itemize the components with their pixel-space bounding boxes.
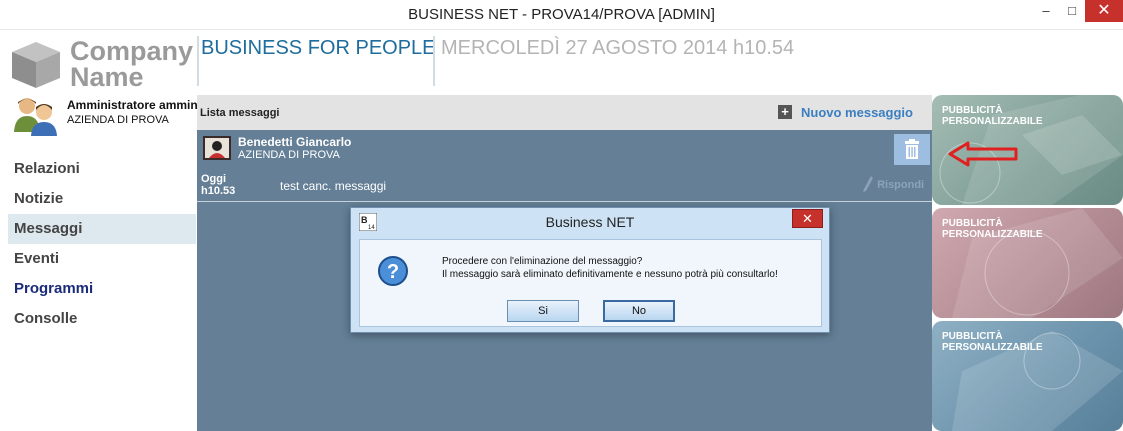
- sidebar-item-messaggi[interactable]: Messaggi: [8, 214, 196, 244]
- ad-label-line-1: PUBBLICITÀ: [942, 218, 1003, 229]
- delete-button[interactable]: [894, 134, 930, 165]
- new-message-button[interactable]: Nuovo messaggio: [801, 105, 913, 120]
- dialog-message-line-2: Il messaggio sarà eliminato definitivame…: [442, 269, 778, 280]
- users-icon: [14, 98, 57, 136]
- user-name: Amministratore amministratore: [67, 98, 197, 112]
- plus-icon[interactable]: +: [778, 105, 792, 119]
- ad-label-line-1: PUBBLICITÀ: [942, 331, 1003, 342]
- ad-banner-3[interactable]: PUBBLICITÀ PERSONALIZZABILE: [932, 321, 1123, 431]
- header-divider-left: [197, 36, 199, 86]
- ad-label-line-1: PUBBLICITÀ: [942, 105, 1003, 116]
- list-item[interactable]: Benedetti Giancarlo AZIENDA DI PROVA Ogg…: [197, 130, 932, 202]
- trash-icon: [905, 139, 919, 159]
- message-timestamp: Oggi h10.53: [201, 173, 235, 197]
- message-day: Oggi: [201, 173, 227, 185]
- close-window-button[interactable]: ✕: [1085, 0, 1123, 22]
- reply-button[interactable]: Rispondi: [862, 175, 924, 193]
- sender-avatar: [203, 136, 231, 160]
- dialog-message-line-1: Procedere con l'eliminazione del messagg…: [442, 256, 643, 267]
- ad-label-line-2: PERSONALIZZABILE: [942, 116, 1043, 127]
- window-title: BUSINESS NET - PROVA14/PROVA [ADMIN]: [408, 6, 715, 23]
- arrow-left-icon: [948, 141, 1018, 167]
- sidebar-item-notizie[interactable]: Notizie: [8, 184, 196, 214]
- ad-label-line-2: PERSONALIZZABILE: [942, 342, 1043, 353]
- ad-banner-2[interactable]: PUBBLICITÀ PERSONALIZZABILE: [932, 208, 1123, 318]
- title-bar: BUSINESS NET - PROVA14/PROVA [ADMIN] – □…: [0, 0, 1123, 30]
- maximize-button[interactable]: □: [1059, 0, 1085, 22]
- svg-text:?: ?: [387, 261, 399, 283]
- no-button[interactable]: No: [603, 300, 675, 322]
- question-icon: ?: [378, 256, 408, 286]
- message-text: test canc. messaggi: [280, 179, 387, 193]
- user-company: AZIENDA DI PROVA: [67, 114, 169, 126]
- list-title: Lista messaggi: [200, 107, 280, 119]
- app-window: BUSINESS NET - PROVA14/PROVA [ADMIN] – □…: [0, 0, 1123, 431]
- confirm-dialog: B 14 Business NET ✕ ? Procedere con l'el…: [350, 207, 830, 333]
- sidebar-item-eventi[interactable]: Eventi: [8, 244, 196, 274]
- logo-line-2: Name: [70, 62, 144, 92]
- dialog-title: Business NET: [545, 214, 635, 230]
- yes-button[interactable]: Si: [507, 300, 579, 322]
- user-info: Amministratore amministratore AZIENDA DI…: [12, 96, 197, 136]
- dialog-body: ? Procedere con l'eliminazione del messa…: [359, 239, 822, 327]
- reply-label: Rispondi: [877, 179, 925, 191]
- logo-text: Company Name: [70, 36, 194, 92]
- sidebar-nav: Relazioni Notizie Messaggi Eventi Progra…: [8, 154, 196, 334]
- ad-label: PUBBLICITÀ PERSONALIZZABILE: [942, 331, 1043, 353]
- sidebar-item-relazioni[interactable]: Relazioni: [8, 154, 196, 184]
- sender-name: Benedetti Giancarlo: [238, 135, 352, 149]
- messages-toolbar: Lista messaggi + Nuovo messaggio: [197, 95, 932, 130]
- sidebar-item-programmi[interactable]: Programmi: [8, 274, 196, 304]
- minimize-button[interactable]: –: [1033, 0, 1059, 22]
- header-divider: [433, 36, 435, 86]
- page-header: BUSINESS FOR PEOPLE MERCOLEDÌ 27 AGOSTO …: [197, 30, 932, 92]
- brand-slogan: BUSINESS FOR PEOPLE: [201, 37, 436, 59]
- logo-line-1: Company: [70, 36, 194, 66]
- sidebar-item-consolle[interactable]: Consolle: [8, 304, 196, 334]
- ad-label: PUBBLICITÀ PERSONALIZZABILE: [942, 218, 1043, 240]
- sender-company: AZIENDA DI PROVA: [238, 149, 340, 161]
- ad-label-line-2: PERSONALIZZABILE: [942, 229, 1043, 240]
- company-logo: Company Name: [8, 36, 198, 92]
- ad-label: PUBBLICITÀ PERSONALIZZABILE: [942, 105, 1043, 127]
- current-date: MERCOLEDÌ 27 AGOSTO 2014 h10.54: [441, 37, 795, 59]
- dialog-close-button[interactable]: ✕: [792, 209, 823, 228]
- cube-icon: [12, 42, 60, 88]
- pencil-icon: [863, 176, 873, 192]
- message-time: h10.53: [201, 185, 236, 197]
